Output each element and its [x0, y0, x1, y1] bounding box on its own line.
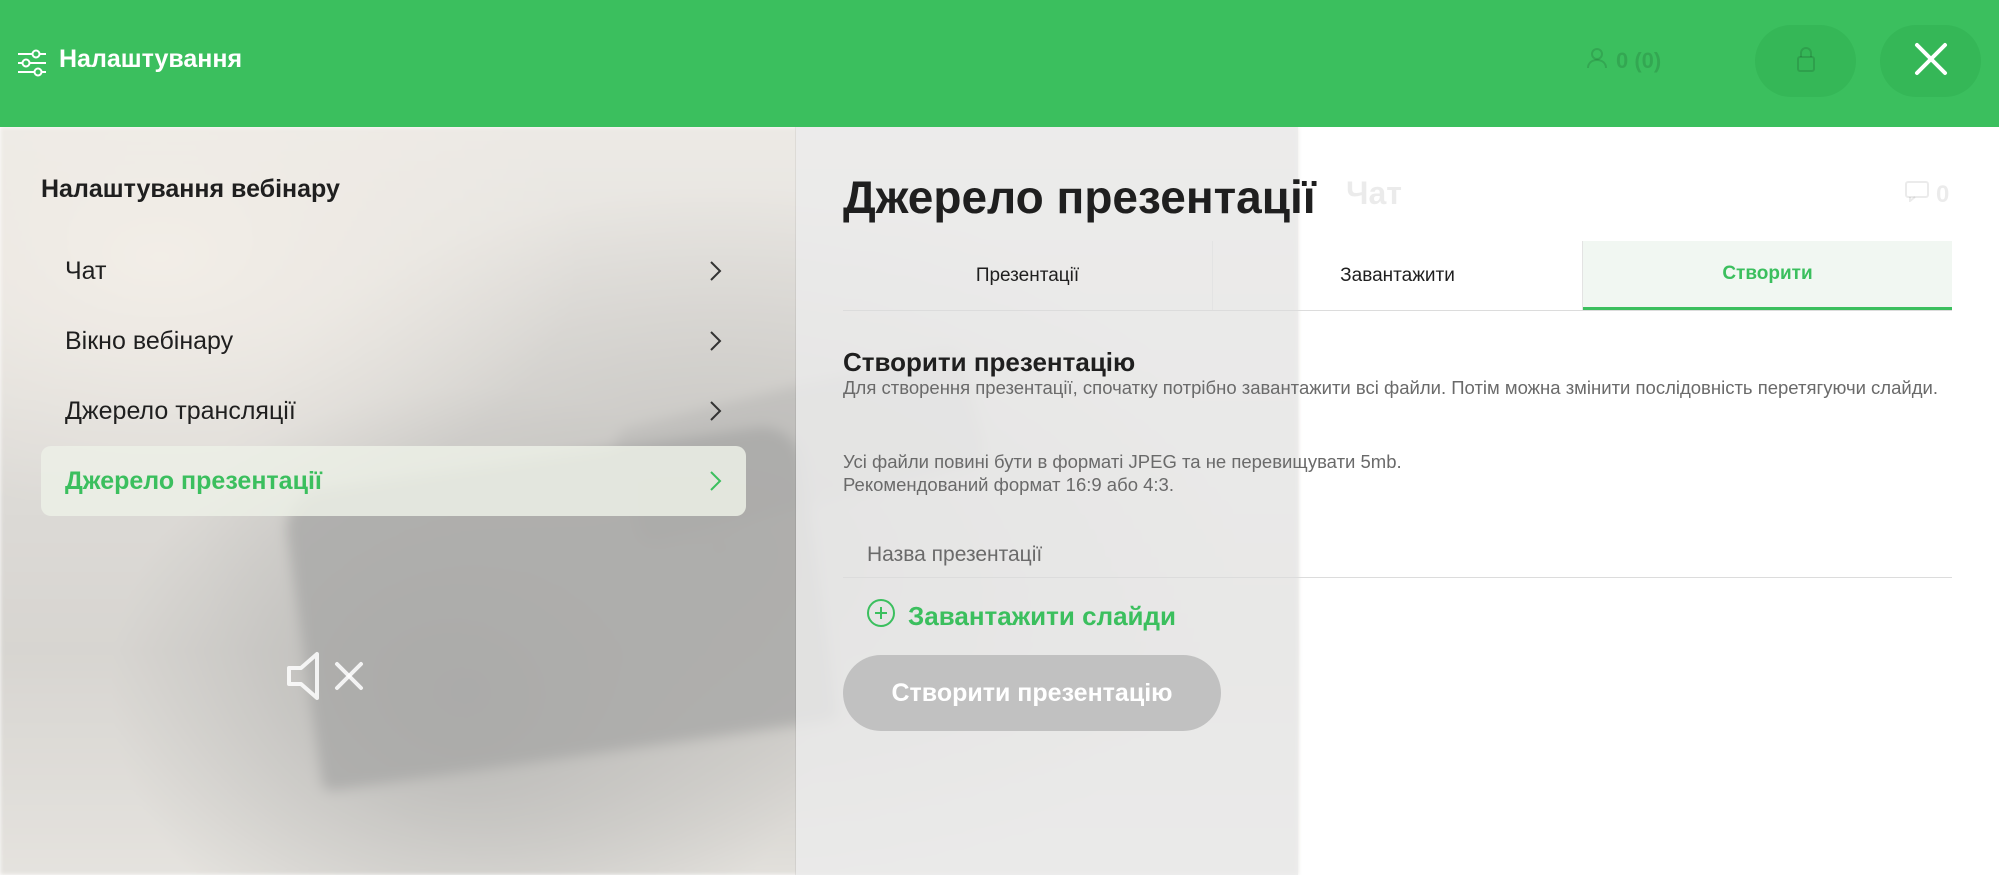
message-icon [1904, 180, 1930, 209]
header-bar: Налаштування 0 (0) [0, 0, 1999, 127]
header-title: Налаштування [59, 45, 243, 73]
menu-item-label: Джерело презентації [65, 466, 322, 495]
plus-circle-icon [866, 598, 896, 635]
chevron-right-icon [708, 470, 722, 492]
menu-item-label: Джерело трансляції [65, 396, 296, 425]
chat-count: 0 [1936, 180, 1950, 208]
mute-icon[interactable] [285, 648, 369, 704]
rule-format: Усі файли повині бути в форматі JPEG та … [843, 451, 1402, 472]
rule-aspect: Рекомендований формат 16:9 або 4:3. [843, 474, 1174, 495]
presentation-tabs: Презентації Завантажити Створити [843, 241, 1952, 311]
settings-menu: Чат Вікно вебінару Джерело трансляції Дж… [41, 236, 746, 516]
lock-button[interactable] [1755, 25, 1856, 97]
section-title: Створити презентацію [843, 347, 1136, 377]
tab-upload[interactable]: Завантажити [1213, 241, 1583, 310]
lock-icon [1796, 45, 1816, 78]
close-button[interactable] [1880, 25, 1981, 97]
menu-item-webinar-window[interactable]: Вікно вебінару [41, 306, 746, 376]
tab-presentations[interactable]: Презентації [843, 241, 1213, 310]
menu-item-label: Вікно вебінару [65, 326, 234, 355]
tab-create[interactable]: Створити [1583, 241, 1952, 310]
chevron-right-icon [708, 330, 722, 352]
section-description: Для створення презентації, спочатку потр… [843, 377, 1938, 398]
close-icon [1914, 42, 1948, 81]
chat-message-count: 0 [1904, 180, 1949, 209]
menu-item-presentation-source[interactable]: Джерело презентації [41, 446, 746, 516]
presentation-name-input[interactable] [843, 533, 1952, 578]
chevron-right-icon [708, 400, 722, 422]
file-rules: Усі файли повині бути в форматі JPEG та … [843, 450, 1402, 496]
viewers-counter: 0 (0) [1572, 41, 1722, 81]
menu-item-label: Чат [65, 256, 107, 285]
panel-divider [795, 127, 796, 875]
menu-item-stream-source[interactable]: Джерело трансляції [41, 376, 746, 446]
user-icon [1586, 47, 1608, 75]
viewers-count: 0 (0) [1616, 48, 1662, 73]
upload-slides-button[interactable]: Завантажити слайди [866, 598, 1176, 635]
settings-sliders-icon [16, 48, 48, 78]
menu-item-chat[interactable]: Чат [41, 236, 746, 306]
chat-heading-background: Чат [1346, 175, 1402, 211]
upload-slides-label: Завантажити слайди [908, 601, 1177, 631]
chevron-right-icon [708, 260, 722, 282]
webinar-settings-title: Налаштування вебінару [41, 175, 340, 203]
create-presentation-button[interactable]: Створити презентацію [843, 655, 1221, 731]
panel-title: Джерело презентації [843, 171, 1316, 223]
